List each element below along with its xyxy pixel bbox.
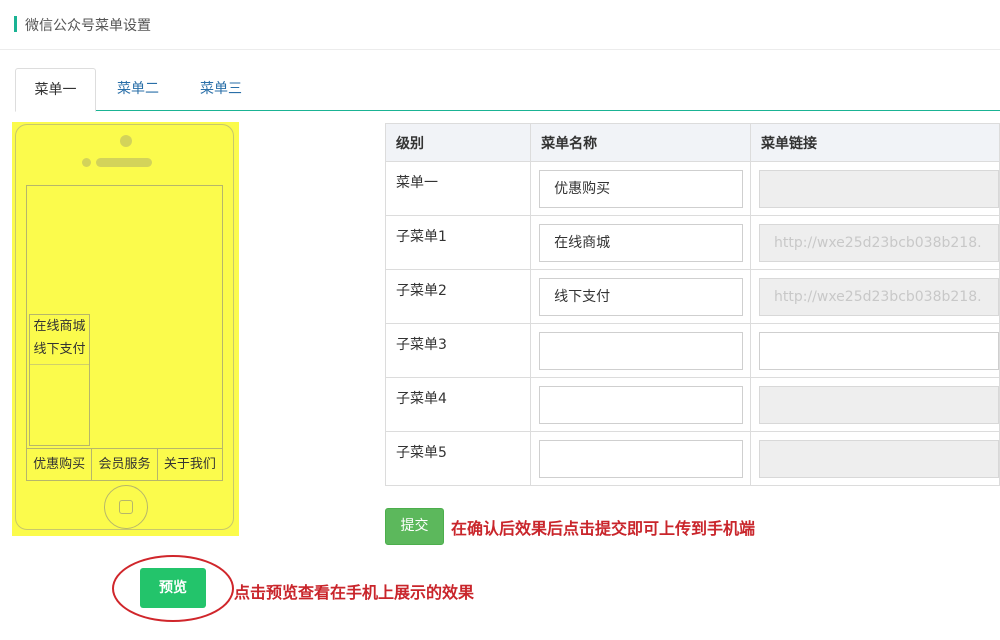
home-square-icon bbox=[119, 500, 133, 514]
table-row: 子菜单2 线下支付 http://wxe25d23bcb038b218. bbox=[384, 269, 1000, 324]
link-cell bbox=[749, 161, 1000, 216]
name-cell: 在线商城 bbox=[530, 215, 751, 270]
phone-screen: 在线商城 线下支付 优惠购买 会员服务 关于我们 bbox=[26, 185, 223, 481]
tab-menu-1[interactable]: 菜单一 bbox=[15, 68, 96, 112]
page-header: 微信公众号菜单设置 bbox=[0, 0, 1000, 50]
level-cell: 子菜单5 bbox=[384, 431, 532, 486]
submit-button[interactable]: 提交 bbox=[385, 508, 444, 545]
link-cell bbox=[749, 431, 1000, 486]
table-header-row: 级别 菜单名称 菜单链接 bbox=[384, 123, 1000, 162]
phone-camera-icon bbox=[82, 158, 91, 167]
phone-speaker-icon bbox=[96, 158, 152, 167]
submenu-divider bbox=[30, 364, 89, 365]
table-row: 子菜单3 bbox=[384, 323, 1000, 378]
tab-menu-3[interactable]: 菜单三 bbox=[188, 68, 254, 111]
menu-name-input[interactable] bbox=[539, 332, 744, 370]
level-cell: 子菜单1 bbox=[384, 215, 532, 270]
link-cell bbox=[749, 323, 1000, 378]
menu-link-input: http://wxe25d23bcb038b218. bbox=[758, 224, 999, 262]
level-cell: 子菜单2 bbox=[384, 269, 532, 324]
phone-submenu-item[interactable]: 线下支付 bbox=[30, 338, 89, 361]
column-header-link: 菜单链接 bbox=[749, 123, 1000, 162]
level-cell: 子菜单4 bbox=[384, 377, 532, 432]
menu-name-input[interactable]: 在线商城 bbox=[539, 224, 744, 262]
phone-preview-highlight: 在线商城 线下支付 优惠购买 会员服务 关于我们 bbox=[12, 122, 239, 536]
name-cell bbox=[530, 323, 751, 378]
name-cell: 线下支付 bbox=[530, 269, 751, 324]
menu-tabs: 菜单一 菜单二 菜单三 bbox=[15, 68, 1000, 112]
menu-name-input[interactable] bbox=[539, 440, 744, 478]
tab-menu-2[interactable]: 菜单二 bbox=[105, 68, 171, 111]
level-cell: 子菜单3 bbox=[384, 323, 532, 378]
table-row: 子菜单5 bbox=[384, 431, 1000, 486]
submit-instruction: 在确认后效果后点击提交即可上传到手机端 bbox=[451, 519, 756, 538]
column-header-name: 菜单名称 bbox=[530, 123, 751, 162]
title-accent-bar bbox=[14, 16, 17, 32]
menu-link-input: http://wxe25d23bcb038b218. bbox=[758, 278, 999, 316]
menu-name-input[interactable]: 优惠购买 bbox=[539, 170, 744, 208]
preview-button[interactable]: 预览 bbox=[140, 568, 206, 608]
preview-instruction: 点击预览查看在手机上展示的效果 bbox=[234, 583, 475, 602]
link-cell: http://wxe25d23bcb038b218. bbox=[749, 215, 1000, 270]
column-header-level: 级别 bbox=[384, 123, 532, 162]
name-cell: 优惠购买 bbox=[530, 161, 751, 216]
name-cell bbox=[530, 377, 751, 432]
menu-table: 级别 菜单名称 菜单链接 菜单一 优惠购买 子菜单1 在线商城 http://w… bbox=[384, 123, 1000, 486]
name-cell bbox=[530, 431, 751, 486]
phone-menu-item[interactable]: 会员服务 bbox=[91, 449, 156, 480]
phone-home-button-icon bbox=[104, 485, 148, 529]
phone-submenu-item[interactable]: 在线商城 bbox=[30, 315, 89, 338]
menu-link-input bbox=[758, 170, 999, 208]
phone-menubar: 优惠购买 会员服务 关于我们 bbox=[27, 448, 222, 480]
level-cell: 菜单一 bbox=[384, 161, 532, 216]
menu-name-input[interactable]: 线下支付 bbox=[539, 278, 744, 316]
table-row: 菜单一 优惠购买 bbox=[384, 161, 1000, 216]
menu-link-input bbox=[758, 386, 999, 424]
table-row: 子菜单4 bbox=[384, 377, 1000, 432]
phone-menu-item[interactable]: 优惠购买 bbox=[27, 449, 91, 480]
link-cell bbox=[749, 377, 1000, 432]
phone-menu-item[interactable]: 关于我们 bbox=[156, 449, 222, 480]
page-title: 微信公众号菜单设置 bbox=[25, 18, 151, 34]
link-cell: http://wxe25d23bcb038b218. bbox=[749, 269, 1000, 324]
phone-frame: 在线商城 线下支付 优惠购买 会员服务 关于我们 bbox=[15, 124, 234, 530]
menu-link-input[interactable] bbox=[758, 332, 999, 370]
table-row: 子菜单1 在线商城 http://wxe25d23bcb038b218. bbox=[384, 215, 1000, 270]
phone-submenu: 在线商城 线下支付 bbox=[29, 314, 90, 446]
phone-sensor-icon bbox=[120, 135, 132, 147]
menu-name-input[interactable] bbox=[539, 386, 744, 424]
menu-link-input bbox=[758, 440, 999, 478]
